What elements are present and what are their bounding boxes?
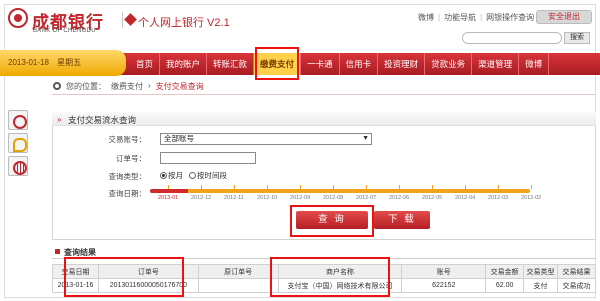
timeline-tick (465, 185, 466, 189)
timeline-tick (168, 185, 169, 189)
square-bullet-icon (55, 249, 60, 254)
timeline-tick (399, 185, 400, 189)
bank-logo-icon (8, 8, 28, 28)
cell-account: 622152 (401, 278, 487, 293)
query-date-label: 查询日期： (108, 189, 147, 198)
help-icon[interactable] (8, 110, 28, 130)
timeline-tick (267, 185, 268, 189)
nav-item-transfer[interactable]: 转账汇款 (207, 53, 255, 75)
download-button[interactable]: 下 载 (374, 211, 430, 229)
breadcrumb-item-payment[interactable]: 缴费支付 (111, 81, 143, 92)
top-link-nav[interactable]: 功能导航 (444, 12, 476, 23)
logout-button[interactable]: 安全退出 (536, 10, 592, 24)
radio-by-month[interactable]: 按月 (160, 170, 183, 181)
chevron-down-icon: ▼ (362, 135, 369, 142)
timeline-month-label[interactable]: 2012-11 (224, 195, 244, 201)
bank-name-en: BANK OF CHENGDU (33, 28, 96, 34)
weekday-value: 星期五 (57, 58, 82, 67)
diamond-icon (124, 13, 137, 26)
query-type-label: 查询类型： (108, 172, 147, 181)
timeline-month-label[interactable]: 2012-05 (422, 195, 442, 201)
highlight-box (64, 257, 184, 297)
top-link-weibo[interactable]: 微博 (418, 12, 434, 23)
timeline-month-label[interactable]: 2012-07 (356, 195, 376, 201)
account-select-value: 全部账号 (164, 134, 194, 143)
col-header: 原订单号 (197, 264, 279, 279)
timeline-month-label[interactable]: 2012-04 (455, 195, 475, 201)
col-header: 交易类型 (523, 264, 558, 279)
highlight-box (270, 257, 390, 297)
globe-icon[interactable] (8, 156, 28, 176)
top-link-ops-query[interactable]: 网银操作查询 (486, 12, 534, 23)
logo-divider (122, 12, 123, 28)
system-subtitle: 个人网上银行 V2.1 (138, 17, 230, 29)
breadcrumb-item-current: 支付交易查询 (155, 82, 204, 91)
nav-item-home[interactable]: 首页 (130, 53, 161, 75)
radio-unchecked-icon (189, 172, 196, 179)
nav-items: 首页 我的账户 转账汇款 缴费支付 一卡通 信用卡 投资理财 贷款业务 渠道管理… (130, 53, 550, 75)
nav-item-investment[interactable]: 投资理财 (378, 53, 426, 75)
timeline-month-label[interactable]: 2012-12 (191, 195, 211, 201)
breadcrumb-separator: › (148, 81, 151, 90)
timeline-month-label[interactable]: 2012-06 (389, 195, 409, 201)
panel-title: 支付交易流水查询 (68, 115, 137, 125)
location-icon (53, 82, 61, 90)
highlight-box (290, 205, 374, 237)
breadcrumb: 您的位置： 缴费支付 › 支付交易查询 (66, 81, 204, 92)
date-timeline[interactable] (150, 189, 530, 193)
timeline-tick (498, 185, 499, 189)
cell-original-order (197, 278, 279, 293)
timeline-month-label[interactable]: 2012-10 (257, 195, 277, 201)
account-select[interactable]: 全部账号 ▼ (160, 133, 372, 145)
query-type-radios: 按月 按时间段 (160, 170, 227, 181)
order-label: 订单号： (116, 154, 146, 163)
col-header: 交易金额 (485, 264, 525, 279)
divider: | (438, 13, 441, 22)
cell-result: 交易成功 (556, 278, 597, 293)
timeline-month-label[interactable]: 2012-09 (290, 195, 310, 201)
radio-label: 按时间段 (197, 171, 227, 180)
col-header: 账号 (401, 264, 487, 279)
timeline-tick (300, 185, 301, 189)
breadcrumb-prefix: 您的位置： (66, 82, 106, 91)
order-number-input[interactable] (160, 152, 256, 164)
search-input[interactable] (462, 32, 562, 44)
date-display: 2013-01-18 星期五 (0, 50, 126, 76)
nav-item-loan[interactable]: 贷款业务 (425, 53, 473, 75)
top-links: 微博 | 功能导航 | 网银操作查询 (418, 12, 534, 23)
timeline-tick (432, 185, 433, 189)
timeline-tick (531, 185, 532, 189)
timeline-tick (201, 185, 202, 189)
timeline-month-label[interactable]: 2012-03 (488, 195, 508, 201)
divider: | (480, 13, 483, 22)
cell-amount: 62.00 (485, 278, 525, 293)
nav-item-one-card[interactable]: 一卡通 (301, 53, 340, 75)
date-value: 2013-01-18 (8, 58, 49, 67)
nav-item-credit-card[interactable]: 信用卡 (340, 53, 379, 75)
nav-item-my-account[interactable]: 我的账户 (160, 53, 208, 75)
col-header: 交易结果 (556, 264, 597, 279)
radio-by-period[interactable]: 按时间段 (189, 170, 227, 181)
nav-item-channel[interactable]: 渠道管理 (472, 53, 520, 75)
timeline-month-label[interactable]: 2013-01 (158, 195, 178, 201)
nav-item-weibo[interactable]: 微博 (519, 53, 550, 75)
timeline-tick (234, 185, 235, 189)
chat-icon[interactable] (8, 133, 28, 153)
divider (52, 94, 596, 95)
radio-label: 按月 (168, 171, 183, 180)
timeline-month-label[interactable]: 2012-02 (521, 195, 541, 201)
search-button[interactable]: 搜索 (564, 32, 590, 44)
highlight-box (255, 47, 299, 80)
timeline-month-label[interactable]: 2012-08 (323, 195, 343, 201)
radio-checked-icon (160, 172, 167, 179)
account-label: 交易账号： (108, 135, 147, 144)
double-arrow-icon: » (57, 115, 62, 124)
timeline-tick (366, 185, 367, 189)
cell-type: 支付 (523, 278, 558, 293)
timeline-tick (333, 185, 334, 189)
